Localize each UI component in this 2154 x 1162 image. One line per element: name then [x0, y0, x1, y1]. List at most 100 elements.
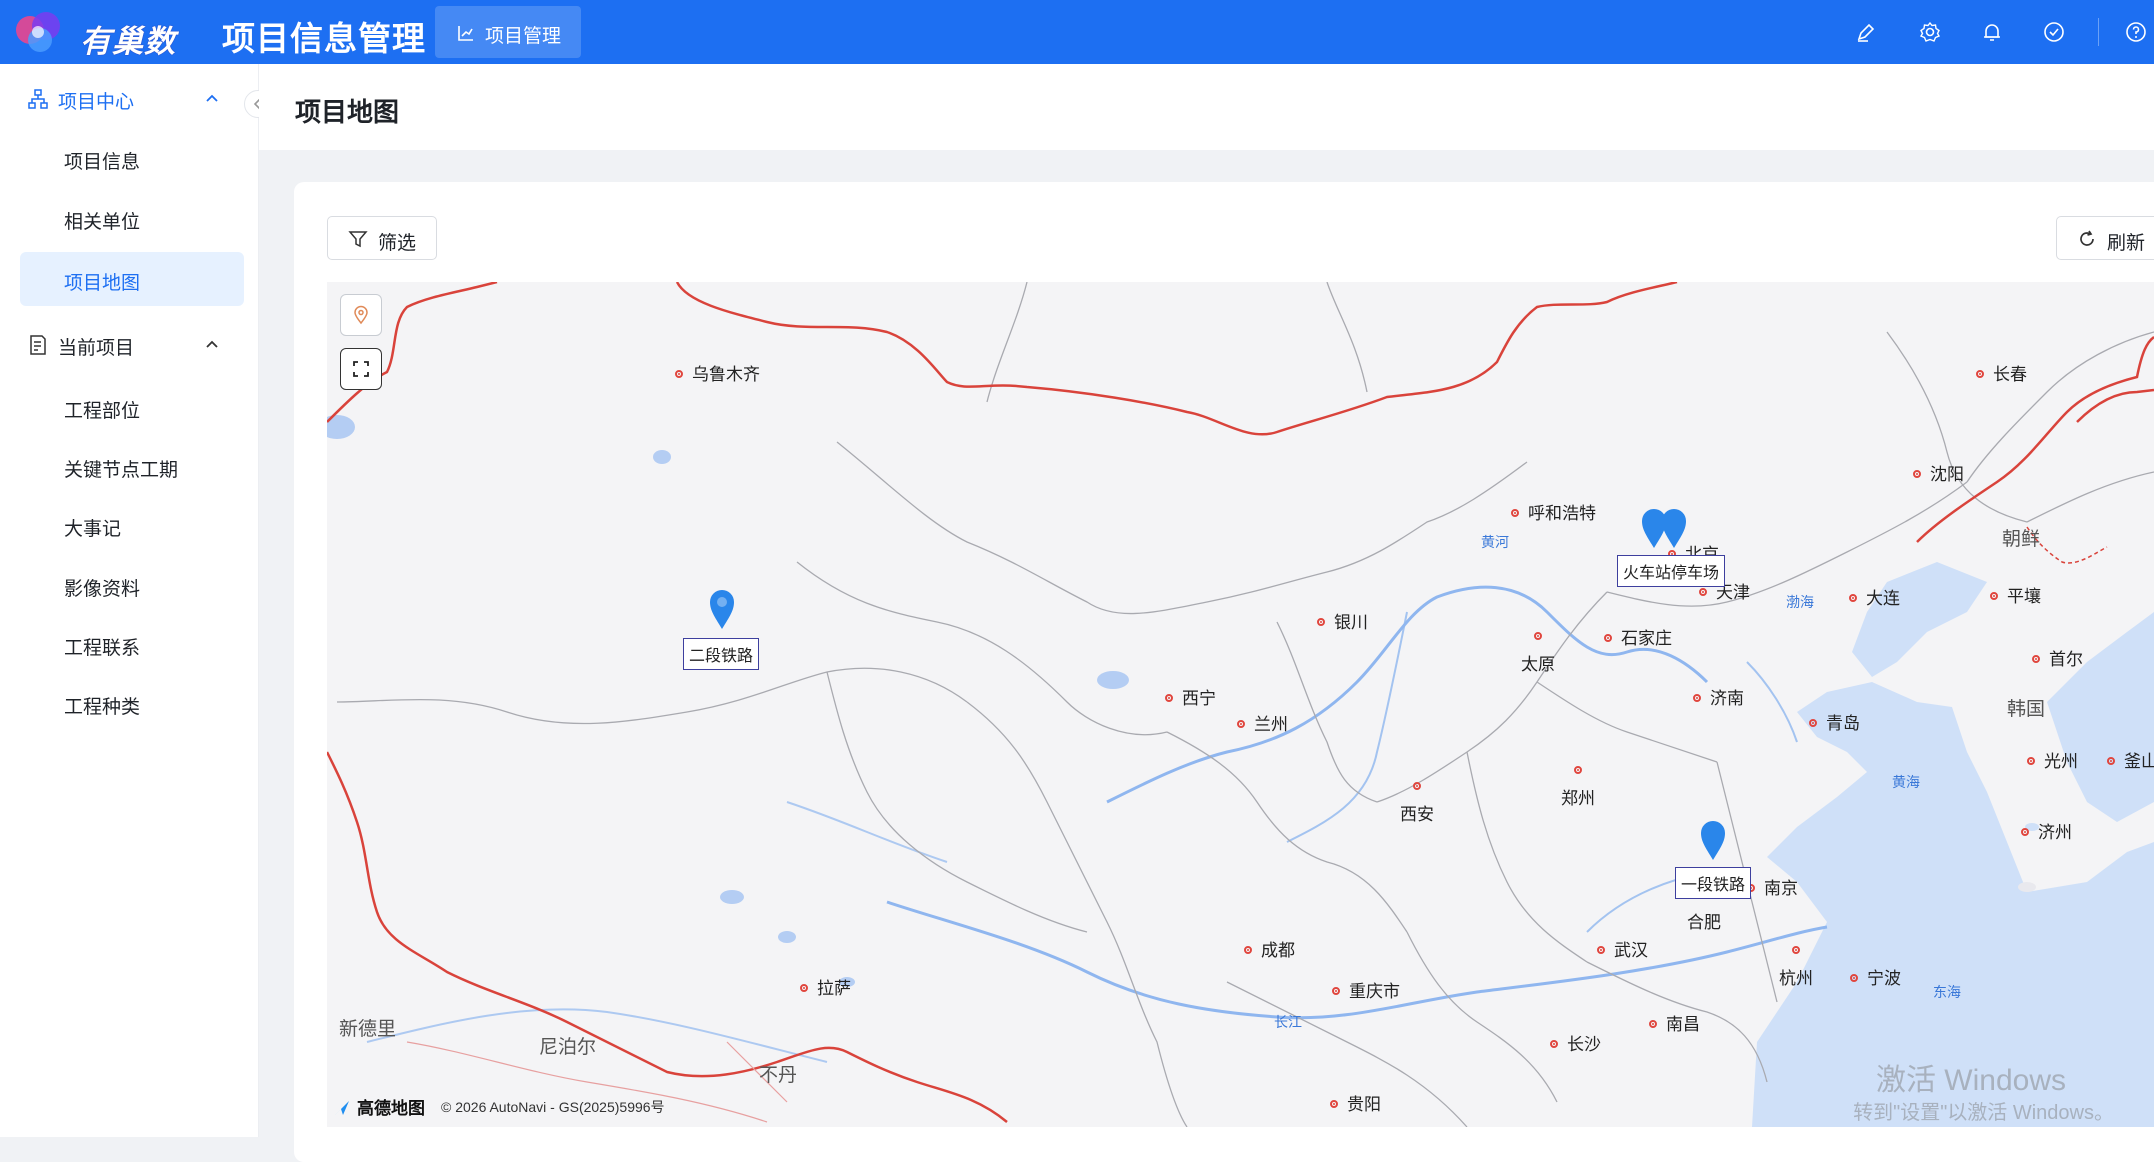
marker-label[interactable]: 二段铁路 [683, 638, 760, 670]
country-label: 新德里 [339, 1019, 397, 1040]
attribution-logo: 高德地图 [357, 1099, 425, 1118]
city-label: 呼和浩特 [1511, 499, 1596, 524]
map-marker-icon[interactable] [708, 588, 736, 630]
map-marker-icon[interactable] [1660, 507, 1688, 549]
city-label: 长沙 [1550, 1030, 1601, 1055]
city-label: 南京 [1747, 874, 1798, 899]
sidebar-item-label: 大事记 [64, 519, 122, 540]
locate-button[interactable] [340, 294, 382, 336]
windows-watermark-title: 激活 Windows [1875, 1064, 2066, 1097]
windows-watermark-subtitle: 转到"设置"以激活 Windows。 [1853, 1102, 2114, 1124]
brand-logo[interactable]: 有巢数智 [12, 6, 202, 104]
sidebar-item-work-parts[interactable]: 工程部位 [20, 380, 244, 434]
sidebar-item-key-milestones[interactable]: 关键节点工期 [20, 439, 244, 493]
city-label: 西安 [1400, 782, 1434, 825]
marker-label[interactable]: 火车站停车场 [1617, 555, 1726, 587]
tab-project-management[interactable]: 项目管理 [435, 6, 581, 58]
check-circle-icon[interactable] [2042, 20, 2066, 44]
city-label: 釜山 [2107, 747, 2154, 772]
city-label: 青岛 [1809, 709, 1860, 734]
bell-icon[interactable] [1980, 20, 2004, 44]
city-label: 长春 [1976, 360, 2027, 385]
city-label: 西宁 [1165, 684, 1216, 709]
city-label: 太原 [1521, 632, 1555, 675]
app-title: 项目信息管理 [222, 20, 426, 57]
city-label: 武汉 [1597, 936, 1648, 961]
country-label: 朝鲜 [2002, 529, 2041, 550]
city-label: 兰州 [1237, 710, 1288, 735]
attribution-text: © 2026 AutoNavi - GS(2025)5996号 [441, 1099, 665, 1115]
help-icon[interactable] [2124, 20, 2148, 44]
sidebar-item-project-info[interactable]: 项目信息 [20, 131, 244, 185]
menu-group-label: 当前项目 [58, 338, 135, 359]
filter-label: 筛选 [378, 233, 417, 254]
filter-icon [348, 231, 368, 248]
sidebar-item-label: 项目地图 [64, 273, 141, 294]
fullscreen-icon [353, 361, 369, 377]
amap-logo-icon [335, 1101, 349, 1115]
sidebar-item-media[interactable]: 影像资料 [20, 558, 244, 612]
city-label: 合肥 [1687, 913, 1721, 932]
menu-group-project-center[interactable]: 项目中心 [0, 70, 258, 126]
org-chart-icon [28, 89, 48, 109]
chevron-up-icon [206, 94, 218, 102]
tab-label: 项目管理 [485, 26, 562, 47]
sidebar-item-chronicle[interactable]: 大事记 [20, 498, 244, 552]
city-label: 石家庄 [1604, 624, 1672, 649]
city-label: 南昌 [1649, 1010, 1700, 1035]
country-label: 尼泊尔 [539, 1037, 597, 1058]
filter-button[interactable]: 筛选 [327, 216, 437, 260]
refresh-icon [2080, 230, 2094, 246]
top-bar: 有巢数智 项目信息管理 项目管理 [0, 0, 2154, 104]
chart-icon [458, 26, 473, 41]
map-basemap [327, 282, 2154, 1127]
city-label: 重庆市 [1332, 977, 1400, 1002]
country-label: 不丹 [759, 1065, 798, 1086]
water-label: 长江 [1274, 1014, 1302, 1030]
sidebar-item-label: 项目信息 [64, 152, 141, 173]
city-label: 贵阳 [1330, 1090, 1381, 1115]
edit-icon[interactable] [1854, 20, 1878, 44]
refresh-label: 刷新 [2107, 233, 2146, 254]
city-label: 乌鲁木齐 [675, 360, 760, 385]
menu-group-current-project[interactable]: 当前项目 [0, 316, 258, 372]
water-label: 渤海 [1786, 594, 1814, 610]
city-label: 成都 [1244, 936, 1295, 961]
page-header: 项目地图 [259, 64, 2154, 150]
page-title: 项目地图 [295, 97, 400, 127]
document-icon [30, 335, 46, 355]
sidebar-item-work-types[interactable]: 工程种类 [20, 676, 244, 730]
city-label: 首尔 [2032, 645, 2083, 670]
map-marker-icon[interactable] [1699, 819, 1727, 861]
fullscreen-button[interactable] [340, 348, 382, 390]
chevron-up-icon [206, 340, 218, 348]
project-map[interactable]: 乌鲁木齐 呼和浩特 北京 天津 长春 沈阳 大连 平壤 首尔 光州 釜山 济州 … [327, 282, 2154, 1127]
marker-label[interactable]: 一段铁路 [1675, 867, 1752, 899]
city-label: 郑州 [1561, 766, 1595, 809]
location-pin-icon [354, 305, 368, 325]
map-attribution: 高德地图 © 2026 AutoNavi - GS(2025)5996号 [327, 1087, 1027, 1127]
sidebar-item-label: 影像资料 [64, 579, 141, 600]
water-label: 黄海 [1892, 774, 1920, 790]
city-label: 杭州 [1779, 946, 1813, 989]
sidebar-item-label: 工程部位 [64, 401, 141, 422]
sidebar-item-related-units[interactable]: 相关单位 [20, 191, 244, 245]
sidebar-item-label: 工程种类 [64, 697, 141, 718]
city-label: 拉萨 [800, 974, 851, 999]
city-label: 银川 [1317, 608, 1368, 633]
menu-group-label: 项目中心 [58, 92, 135, 113]
city-label: 济州 [2021, 818, 2072, 843]
sidebar-item-label: 关键节点工期 [64, 460, 179, 481]
top-separator [2098, 18, 2099, 46]
logo-mark-icon [16, 12, 60, 52]
refresh-button[interactable]: 刷新 [2056, 216, 2154, 260]
settings-icon[interactable] [1918, 20, 1942, 44]
sidebar-item-label: 相关单位 [64, 212, 141, 233]
city-label: 济南 [1693, 684, 1744, 709]
city-label: 平壤 [1990, 582, 2041, 607]
sidebar-item-contacts[interactable]: 工程联系 [20, 617, 244, 671]
country-label: 韩国 [2007, 699, 2046, 720]
city-label: 宁波 [1850, 964, 1901, 989]
sidebar-item-label: 工程联系 [64, 638, 141, 659]
sidebar-item-project-map[interactable]: 项目地图 [20, 252, 244, 306]
